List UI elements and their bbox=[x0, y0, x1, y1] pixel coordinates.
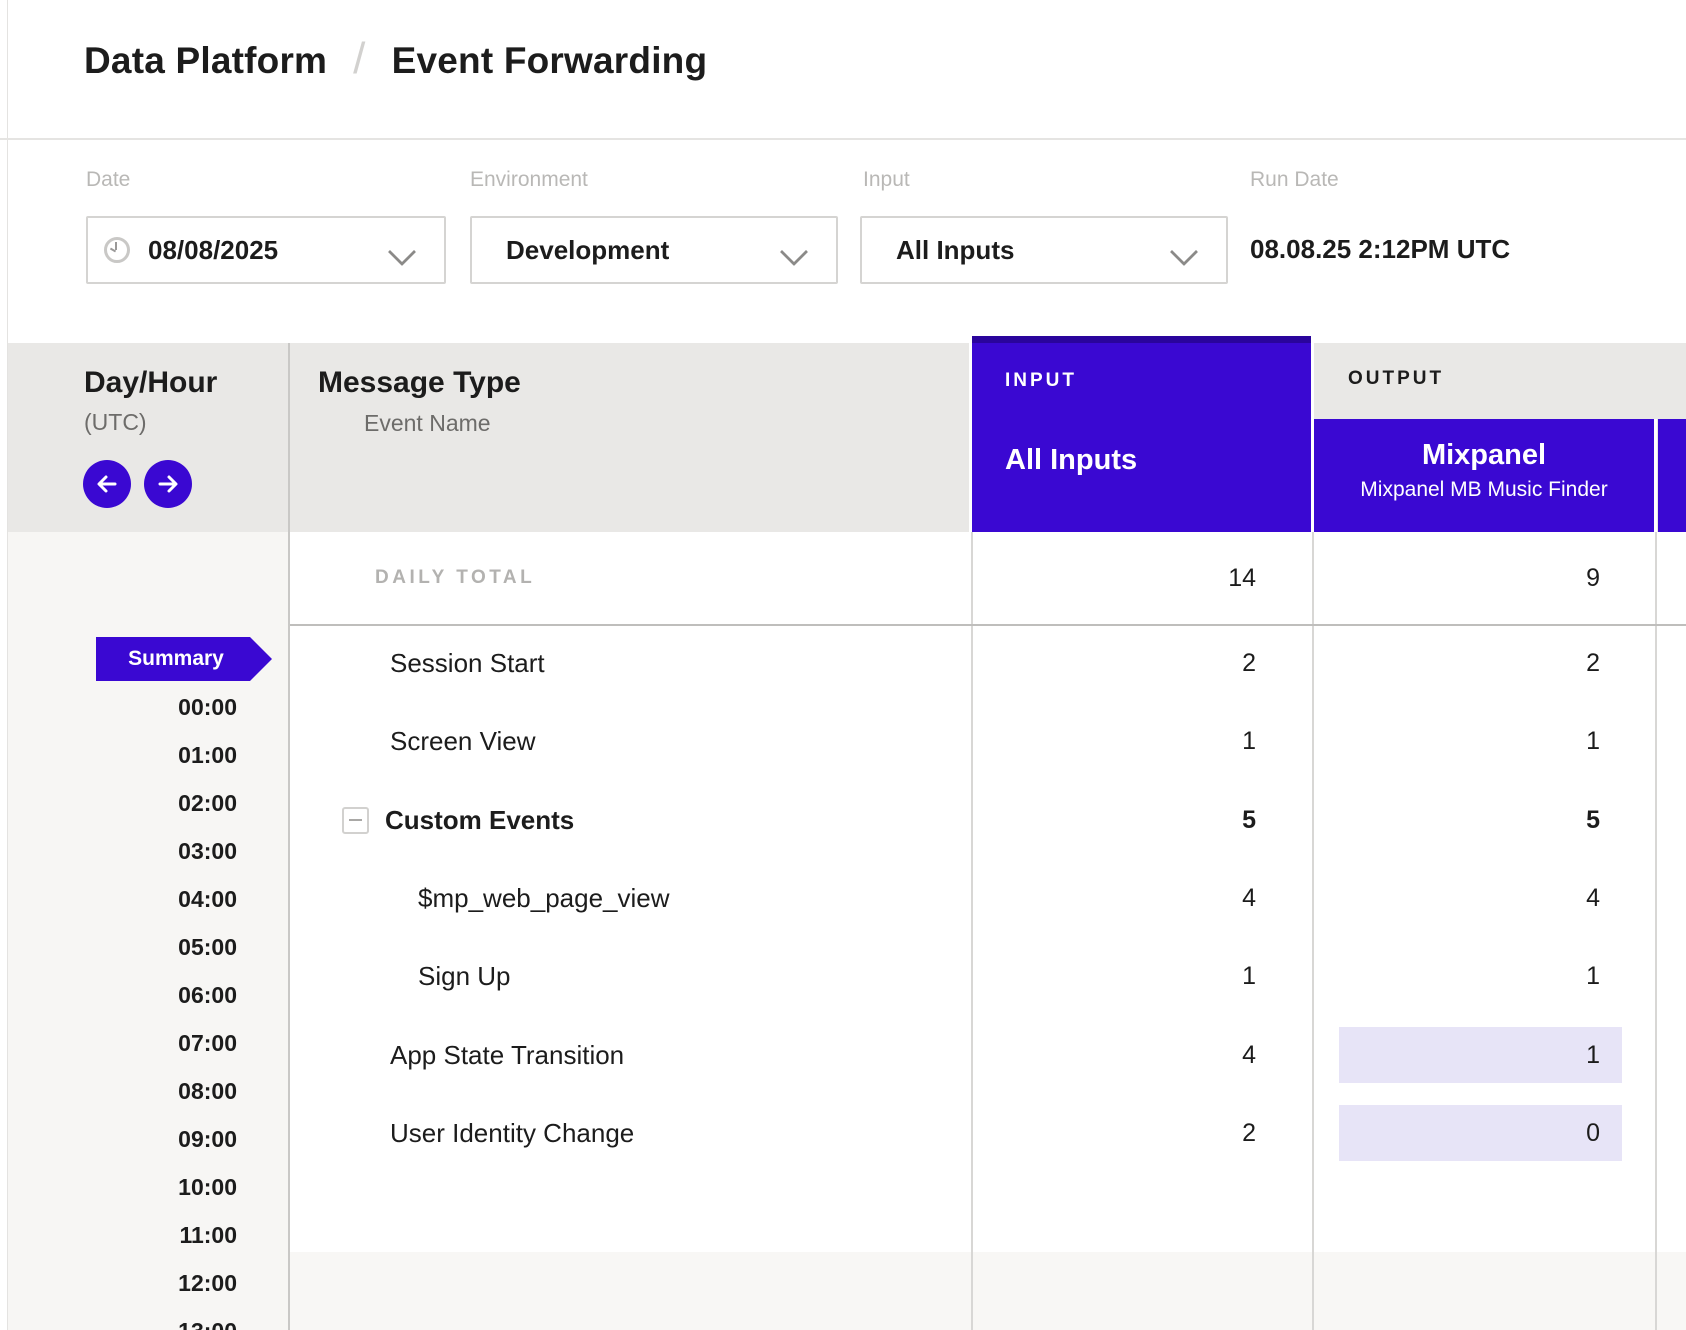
arrow-right-icon bbox=[155, 471, 181, 497]
row-output-value[interactable]: 5 bbox=[1314, 781, 1654, 859]
hour-cell-0100[interactable]: 01:00 bbox=[8, 731, 237, 779]
hour-cell-0400[interactable]: 04:00 bbox=[8, 875, 237, 923]
row-output-value[interactable]: 1 bbox=[1314, 937, 1654, 1015]
header-gap-line bbox=[969, 336, 972, 532]
hour-cell-1000[interactable]: 10:00 bbox=[8, 1163, 237, 1211]
breadcrumb: Data Platform / Event Forwarding bbox=[84, 38, 707, 84]
row-input-value[interactable]: 4 bbox=[972, 1016, 1311, 1094]
input-section-label: INPUT bbox=[1005, 370, 1077, 392]
hour-cell-1100[interactable]: 11:00 bbox=[8, 1211, 237, 1259]
input-column-header-cap bbox=[972, 336, 1311, 343]
output-column-header-partial bbox=[1658, 419, 1686, 532]
row-input-value[interactable]: 2 bbox=[972, 1094, 1311, 1172]
daily-total-input-value[interactable]: 14 bbox=[972, 532, 1311, 624]
output-column-name: Mixpanel bbox=[1314, 439, 1654, 472]
chevron-down-icon bbox=[1170, 238, 1198, 266]
row-input-value[interactable]: 1 bbox=[972, 702, 1311, 780]
breadcrumb-section[interactable]: Data Platform bbox=[84, 40, 327, 82]
breadcrumb-separator: / bbox=[353, 34, 365, 84]
output-column-header[interactable]: Mixpanel Mixpanel MB Music Finder bbox=[1314, 419, 1654, 532]
clock-icon bbox=[104, 237, 130, 263]
message-type-column-title: Message Type bbox=[318, 366, 521, 400]
row-output-value[interactable]: 1 bbox=[1314, 1016, 1654, 1094]
row-label-user-identity-change: User Identity Change bbox=[290, 1094, 634, 1172]
dayhour-column-subtitle: (UTC) bbox=[84, 409, 147, 436]
hour-cell-0700[interactable]: 07:00 bbox=[8, 1019, 237, 1067]
column-divider-output2 bbox=[1655, 532, 1657, 1330]
chevron-down-icon bbox=[780, 238, 808, 266]
input-dropdown-value: All Inputs bbox=[896, 235, 1014, 266]
row-output-value[interactable]: 0 bbox=[1314, 1094, 1654, 1172]
hour-cell-0300[interactable]: 03:00 bbox=[8, 827, 237, 875]
row-label-app-state-transition: App State Transition bbox=[290, 1016, 624, 1094]
summary-badge-label: Summary bbox=[122, 647, 224, 671]
header-gap-line bbox=[1311, 343, 1314, 532]
environment-dropdown[interactable]: Development bbox=[470, 216, 838, 284]
environment-filter-label: Environment bbox=[470, 168, 588, 192]
input-column-header[interactable]: INPUT All Inputs bbox=[972, 336, 1311, 532]
output-section-label: OUTPUT bbox=[1348, 368, 1444, 390]
hour-cell-0200[interactable]: 02:00 bbox=[8, 779, 237, 827]
hour-cell-0900[interactable]: 09:00 bbox=[8, 1115, 237, 1163]
hour-cell-0500[interactable]: 05:00 bbox=[8, 923, 237, 971]
row-input-value[interactable]: 2 bbox=[972, 624, 1311, 702]
input-column-name: All Inputs bbox=[1005, 444, 1137, 477]
row-output-value[interactable]: 4 bbox=[1314, 859, 1654, 937]
output-column-subtitle: Mixpanel MB Music Finder bbox=[1314, 478, 1654, 502]
input-dropdown[interactable]: All Inputs bbox=[860, 216, 1228, 284]
run-date-value: 08.08.25 2:12PM UTC bbox=[1250, 234, 1510, 265]
row-input-value[interactable]: 4 bbox=[972, 859, 1311, 937]
run-date-label: Run Date bbox=[1250, 168, 1339, 192]
arrow-left-icon bbox=[94, 471, 120, 497]
row-label-session-start: Session Start bbox=[290, 624, 545, 702]
date-filter-label: Date bbox=[86, 168, 130, 192]
input-filter-label: Input bbox=[863, 168, 910, 192]
summary-row-badge[interactable]: Summary bbox=[96, 637, 250, 681]
header-gap-line bbox=[1654, 419, 1657, 532]
row-output-value[interactable]: 1 bbox=[1314, 702, 1654, 780]
hour-cell-0000[interactable]: 00:00 bbox=[8, 683, 237, 731]
summary-badge-arrow bbox=[250, 637, 272, 681]
date-dropdown[interactable]: 08/08/2025 bbox=[86, 216, 446, 284]
chevron-down-icon bbox=[388, 238, 416, 266]
breadcrumb-page: Event Forwarding bbox=[392, 40, 708, 82]
environment-dropdown-value: Development bbox=[506, 235, 669, 266]
daily-total-output-value[interactable]: 9 bbox=[1314, 532, 1654, 624]
hour-cell-0600[interactable]: 06:00 bbox=[8, 971, 237, 1019]
dayhour-column-title: Day/Hour bbox=[84, 366, 217, 400]
hour-cell-1200[interactable]: 12:00 bbox=[8, 1259, 237, 1307]
event-name-column-subtitle: Event Name bbox=[364, 410, 491, 437]
event-forwarding-page: Data Platform / Event Forwarding Date En… bbox=[0, 0, 1686, 1330]
next-day-button[interactable] bbox=[144, 460, 192, 508]
hour-cell-0800[interactable]: 08:00 bbox=[8, 1067, 237, 1115]
daily-total-label: DAILY TOTAL bbox=[375, 532, 535, 624]
row-label-sign-up: Sign Up bbox=[290, 937, 511, 1015]
row-input-value[interactable]: 1 bbox=[972, 937, 1311, 1015]
row-label-custom-events: Custom Events bbox=[290, 781, 574, 859]
previous-day-button[interactable] bbox=[83, 460, 131, 508]
table-footer-background bbox=[288, 1252, 1686, 1330]
date-dropdown-value: 08/08/2025 bbox=[148, 235, 278, 266]
hour-cell-1300[interactable]: 13:00 bbox=[8, 1307, 237, 1330]
row-input-value[interactable]: 5 bbox=[972, 781, 1311, 859]
row-label-screen-view: Screen View bbox=[290, 702, 536, 780]
header-divider bbox=[0, 138, 1686, 140]
row-output-value[interactable]: 2 bbox=[1314, 624, 1654, 702]
row-label-mp-web-page-view: $mp_web_page_view bbox=[290, 859, 670, 937]
